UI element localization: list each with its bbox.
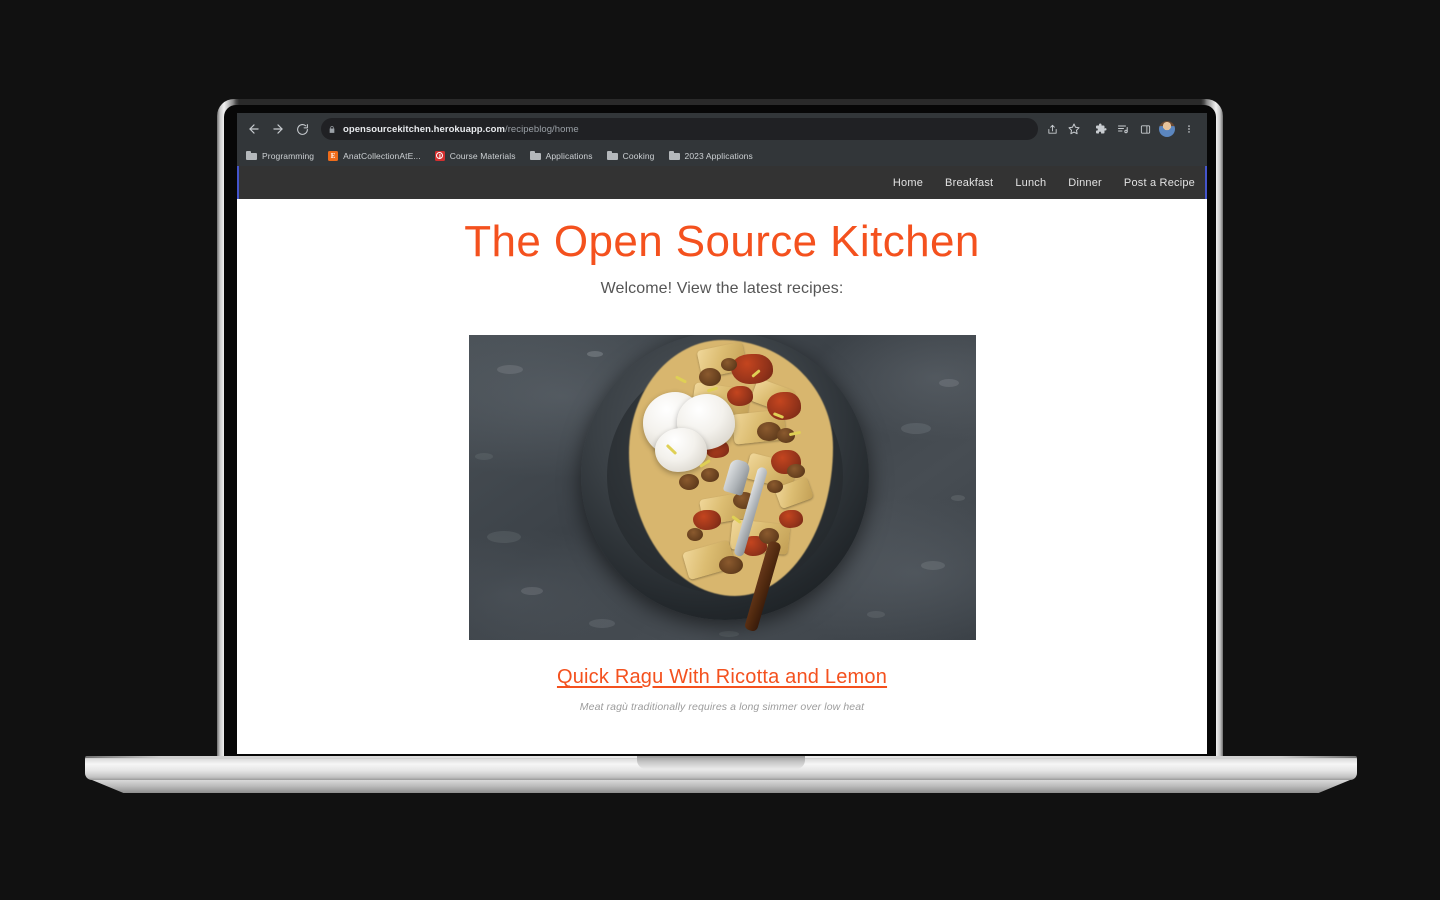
laptop-mockup: opensourcekitchen.herokuapp.com/recipebl… bbox=[0, 0, 1440, 900]
recipe-image[interactable] bbox=[468, 335, 976, 641]
site-navigation: Home Breakfast Lunch Dinner Post a Recip… bbox=[237, 166, 1207, 199]
laptop-base bbox=[85, 756, 1357, 780]
page-content: Home Breakfast Lunch Dinner Post a Recip… bbox=[237, 166, 1207, 754]
bookmark-star-icon[interactable] bbox=[1064, 119, 1084, 139]
nav-item-breakfast[interactable]: Breakfast bbox=[945, 177, 993, 189]
bookmark-2023-applications[interactable]: 2023 Applications bbox=[668, 147, 760, 165]
laptop-base-notch bbox=[637, 756, 805, 769]
profile-avatar[interactable] bbox=[1157, 119, 1177, 139]
bookmark-label: Course Materials bbox=[449, 150, 516, 161]
chrome-menu-icon[interactable] bbox=[1179, 119, 1199, 139]
nav-item-dinner[interactable]: Dinner bbox=[1068, 177, 1102, 189]
browser-screen: opensourcekitchen.herokuapp.com/recipebl… bbox=[237, 113, 1207, 754]
bookmark-cooking[interactable]: Cooking bbox=[606, 147, 662, 165]
recipe-description: Meat ragù traditionally requires a long … bbox=[579, 701, 865, 714]
browser-chrome: opensourcekitchen.herokuapp.com/recipebl… bbox=[237, 113, 1207, 166]
bookmark-course-materials[interactable]: Course Materials bbox=[434, 147, 523, 165]
extensions-puzzle-icon[interactable] bbox=[1091, 119, 1111, 139]
page-title: The Open Source Kitchen bbox=[464, 217, 980, 266]
bookmark-label: Cooking bbox=[622, 150, 655, 161]
folder-icon bbox=[246, 151, 257, 160]
url-text: opensourcekitchen.herokuapp.com/recipebl… bbox=[343, 124, 579, 135]
plate bbox=[580, 335, 869, 633]
reload-icon[interactable] bbox=[291, 118, 313, 140]
bookmark-label: Programming bbox=[262, 150, 315, 161]
bookmark-anatcollection[interactable]: E AnatCollectionAtE... bbox=[328, 147, 428, 165]
back-arrow-icon[interactable] bbox=[243, 118, 265, 140]
bookmark-label: AnatCollectionAtE... bbox=[343, 150, 421, 161]
toolbar-icons bbox=[1042, 119, 1199, 139]
recipe-title-link[interactable]: Quick Ragu With Ricotta and Lemon bbox=[469, 666, 976, 689]
address-bar[interactable]: opensourcekitchen.herokuapp.com/recipebl… bbox=[321, 118, 1038, 140]
panopto-icon bbox=[434, 150, 445, 161]
share-icon[interactable] bbox=[1042, 119, 1062, 139]
side-panel-icon[interactable] bbox=[1135, 119, 1155, 139]
folder-icon bbox=[668, 151, 680, 160]
folder-icon bbox=[529, 151, 541, 160]
browser-toolbar: opensourcekitchen.herokuapp.com/recipebl… bbox=[237, 113, 1207, 145]
url-path: /recipeblog/home bbox=[505, 123, 579, 135]
bookmark-label: Applications bbox=[545, 150, 593, 161]
bookmark-applications[interactable]: Applications bbox=[529, 147, 600, 165]
nav-item-post-a-recipe[interactable]: Post a Recipe bbox=[1124, 177, 1195, 189]
nav-item-home[interactable]: Home bbox=[893, 177, 923, 189]
evernote-icon: E bbox=[328, 150, 339, 161]
forward-arrow-icon[interactable] bbox=[267, 118, 289, 140]
hero-section: The Open Source Kitchen Welcome! View th… bbox=[237, 199, 1207, 298]
bookmark-programming[interactable]: Programming bbox=[246, 147, 321, 165]
laptop-base-foot bbox=[92, 780, 1350, 793]
reading-list-icon[interactable] bbox=[1113, 119, 1133, 139]
welcome-text: Welcome! View the latest recipes: bbox=[600, 280, 844, 298]
recipe-card: Quick Ragu With Ricotta and Lemon Meat r… bbox=[468, 335, 976, 714]
folder-icon bbox=[606, 151, 618, 160]
lock-icon bbox=[328, 125, 336, 134]
bookmark-label: 2023 Applications bbox=[684, 150, 753, 161]
url-host: opensourcekitchen.herokuapp.com bbox=[343, 123, 506, 135]
bookmarks-bar: Programming E AnatCollectionAtE... Cours… bbox=[237, 145, 1207, 166]
nav-item-lunch[interactable]: Lunch bbox=[1015, 177, 1046, 189]
